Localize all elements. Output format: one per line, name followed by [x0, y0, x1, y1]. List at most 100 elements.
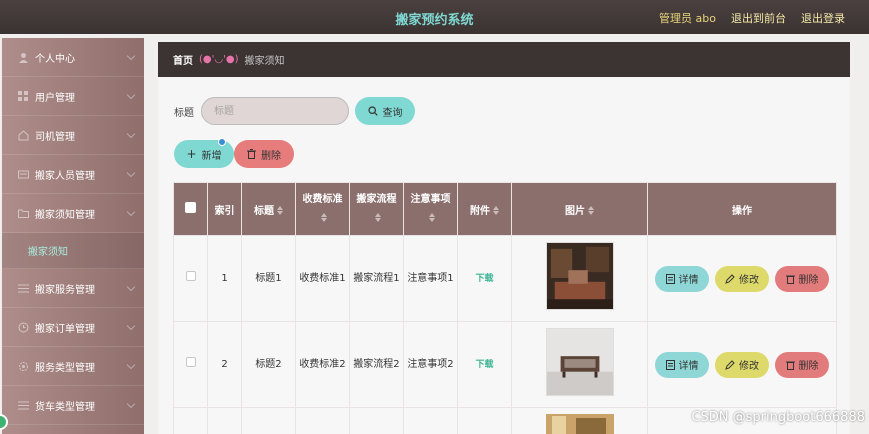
sidebar-item-movers[interactable]: 搬家人员管理 — [2, 155, 144, 194]
document-icon — [665, 359, 675, 370]
breadcrumb: 首页 (●'◡'●) 搬家须知 — [158, 42, 850, 77]
breadcrumb-emoticon: (●'◡'●) — [199, 54, 239, 65]
download-link[interactable]: 下载 — [475, 274, 493, 284]
cell-fee: 收费标准2 — [295, 321, 350, 408]
pencil-icon — [725, 359, 735, 370]
interior-photo[interactable] — [545, 242, 614, 310]
cell-title: 标题1 — [241, 235, 296, 322]
column-header[interactable]: 注意事项 — [403, 182, 458, 236]
delete-button[interactable]: 删除 — [775, 265, 829, 292]
download-link[interactable]: 下载 — [475, 360, 493, 370]
notification-badge — [218, 138, 226, 146]
search-label: 标题 — [174, 107, 194, 119]
column-header: 索引 — [207, 182, 242, 236]
sidebar-item-truck-types[interactable]: 货车类型管理 — [2, 386, 144, 425]
chevron-down-icon — [126, 321, 136, 331]
edit-button[interactable]: 修改 — [715, 265, 769, 292]
sidebar-item-drivers[interactable]: 司机管理 — [2, 116, 144, 155]
batch-delete-button[interactable]: 删除 — [234, 140, 294, 168]
sidebar-item-label: 货车类型管理 — [35, 401, 95, 413]
admin-label: 管理员 abo — [659, 12, 716, 25]
chevron-down-icon — [126, 399, 136, 409]
sidebar-item-label: 司机管理 — [35, 131, 75, 143]
delete-button-label: 删除 — [261, 150, 281, 162]
sort-icon[interactable] — [587, 205, 594, 216]
data-table: 索引 标题 收费标准 搬家流程 注意事项 附件 图片 操作 1 标题1 收费标准… — [173, 182, 837, 434]
sort-icon[interactable] — [428, 212, 435, 223]
cell-process: 搬家流程2 — [349, 321, 404, 408]
cell-process: 搬家流程1 — [349, 235, 404, 322]
sidebar-item-label: 搬家订单管理 — [35, 323, 95, 335]
column-header[interactable]: 图片 — [511, 182, 648, 236]
sidebar-item-users[interactable]: 用户管理 — [2, 77, 144, 116]
cell-title: 标题2 — [241, 321, 296, 408]
row-checkbox[interactable] — [185, 357, 196, 367]
top-right-links: 管理员 abo 退出到前台 退出登录 — [659, 10, 845, 26]
table-row: 2 标题2 收费标准2 搬家流程2 注意事项2 下载 详情 修改 删除 — [173, 321, 837, 408]
chevron-down-icon — [126, 207, 136, 217]
add-button-label: 新增 — [201, 150, 222, 162]
select-all-cell — [173, 182, 208, 236]
detail-button[interactable]: 详情 — [655, 351, 709, 378]
chevron-down-icon — [126, 129, 136, 139]
row-actions: 详情 修改 删除 — [648, 351, 836, 378]
search-input[interactable] — [201, 97, 349, 125]
sidebar-subitem-notices[interactable]: 搬家须知 — [2, 233, 144, 269]
room-photo[interactable] — [545, 414, 614, 434]
sidebar-item-label: 搬家须知管理 — [35, 209, 95, 221]
sidebar-item-orders[interactable]: 搬家订单管理 — [2, 308, 144, 347]
back-to-front-link[interactable]: 退出到前台 — [731, 10, 786, 26]
gear-icon — [18, 361, 29, 372]
logout-link[interactable]: 退出登录 — [801, 10, 845, 26]
sort-icon[interactable] — [492, 205, 499, 216]
grid-icon — [18, 90, 29, 102]
sidebar-item-label: 个人中心 — [35, 53, 75, 65]
chevron-down-icon — [126, 282, 136, 292]
column-header[interactable]: 附件 — [457, 182, 512, 236]
detail-button[interactable]: 详情 — [655, 265, 709, 292]
cell-notes: 注意事项2 — [403, 321, 458, 408]
trash-icon — [785, 275, 795, 284]
add-button[interactable]: + 新增 — [174, 138, 234, 168]
sidebar-item-label: 服务类型管理 — [35, 362, 95, 374]
cell-index: 1 — [207, 235, 242, 322]
sidebar-item-label: 用户管理 — [35, 92, 75, 104]
column-header[interactable]: 搬家流程 — [349, 182, 404, 236]
sort-icon[interactable] — [320, 212, 327, 223]
watermark: CSDN @springboot666888 — [691, 410, 865, 425]
cell-fee: 收费标准1 — [295, 235, 350, 322]
sidebar-item-profile[interactable]: 个人中心 — [2, 38, 144, 77]
trash-icon — [785, 361, 795, 370]
sidebar: 个人中心 用户管理 司机管理 搬家人员管理 搬家须知管理 搬家须知 搬家服务管理… — [2, 38, 144, 434]
edit-button[interactable]: 修改 — [715, 351, 769, 378]
query-button[interactable]: 查询 — [355, 97, 415, 125]
home-icon — [18, 129, 29, 141]
column-header[interactable]: 标题 — [241, 182, 296, 236]
column-header[interactable]: 收费标准 — [295, 182, 350, 236]
sidebar-item-notices[interactable]: 搬家须知管理 — [2, 194, 144, 233]
row-checkbox[interactable] — [185, 271, 196, 281]
sort-icon[interactable] — [276, 205, 283, 216]
chevron-down-icon — [126, 360, 136, 370]
trash-icon — [247, 149, 256, 159]
delete-button[interactable]: 删除 — [775, 351, 829, 378]
furniture-photo[interactable] — [545, 328, 614, 396]
content-panel: 标题 查询 + 新增 删除 索引 标题 — [158, 77, 850, 434]
cell-index: 2 — [207, 321, 242, 408]
pencil-icon — [725, 273, 735, 284]
user-icon — [18, 52, 29, 63]
folder-icon — [18, 208, 29, 219]
breadcrumb-home[interactable]: 首页 — [173, 52, 193, 67]
select-all-checkbox[interactable] — [185, 202, 196, 213]
sort-icon[interactable] — [374, 212, 381, 223]
sidebar-item-service-types[interactable]: 服务类型管理 — [2, 347, 144, 386]
table-header-row: 索引 标题 收费标准 搬家流程 注意事项 附件 图片 操作 — [173, 182, 837, 236]
sidebar-item-label: 搬家服务管理 — [35, 284, 95, 296]
query-button-label: 查询 — [382, 107, 403, 119]
row-actions: 详情 修改 删除 — [648, 265, 836, 292]
list-icon — [18, 283, 29, 294]
sidebar-item-services[interactable]: 搬家服务管理 — [2, 269, 144, 308]
list-icon — [18, 400, 29, 411]
table-row: 1 标题1 收费标准1 搬家流程1 注意事项1 下载 详情 修改 删除 — [173, 235, 837, 322]
card-icon — [18, 169, 29, 180]
